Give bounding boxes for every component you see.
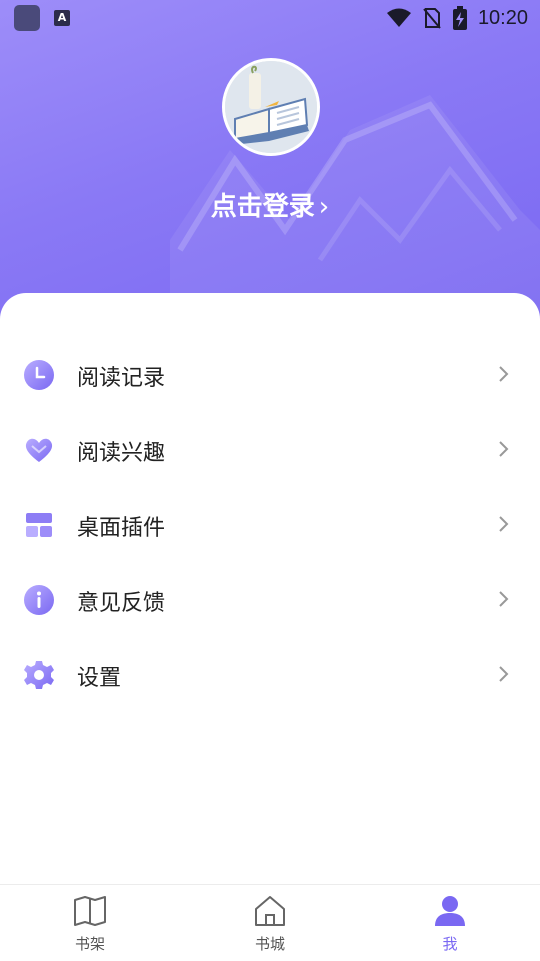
menu-item-settings[interactable]: 设置 xyxy=(0,638,540,713)
menu-item-desktop-widget[interactable]: 桌面插件 xyxy=(0,488,540,563)
battery-charging-icon xyxy=(452,6,467,30)
home-icon xyxy=(255,896,285,926)
widget-icon xyxy=(26,513,52,537)
heart-icon xyxy=(25,438,53,462)
clock-time: 10:20 xyxy=(477,6,528,29)
chevron-right-icon xyxy=(499,666,509,682)
open-book-avatar-icon xyxy=(225,61,317,153)
mountain-decoration xyxy=(170,95,540,320)
menu-item-label: 意见反馈 xyxy=(77,591,166,616)
menu-item-label: 桌面插件 xyxy=(77,516,166,541)
no-sim-icon xyxy=(423,8,441,29)
app-notification-icon xyxy=(14,5,40,31)
tab-me[interactable]: 我 xyxy=(360,885,540,961)
menu-item-feedback[interactable]: 意见反馈 xyxy=(0,563,540,638)
tab-label: 我 xyxy=(442,935,458,953)
menu-item-reading-history[interactable]: 阅读记录 xyxy=(0,338,540,413)
menu-item-label: 设置 xyxy=(77,666,122,691)
avatar[interactable] xyxy=(222,58,320,156)
book-icon xyxy=(74,896,106,926)
keyboard-a-icon: A xyxy=(54,10,70,26)
clock-icon xyxy=(24,360,54,390)
menu-list: 阅读记录 阅读兴趣 桌面插件 意见反馈 设置 xyxy=(0,338,540,713)
chevron-right-icon xyxy=(499,591,509,607)
info-icon xyxy=(24,585,54,615)
chevron-right-icon xyxy=(499,366,509,382)
gear-icon xyxy=(24,661,54,689)
login-chevron-icon: › xyxy=(318,192,330,222)
tab-bookstore[interactable]: 书城 xyxy=(180,885,360,961)
tab-label: 书架 xyxy=(74,935,105,953)
login-link[interactable]: 点击登录 › xyxy=(0,186,540,223)
person-icon xyxy=(435,896,465,926)
menu-item-label: 阅读记录 xyxy=(77,366,166,391)
status-bar: A 10:20 xyxy=(0,0,540,36)
login-text: 点击登录 xyxy=(210,192,315,222)
wifi-icon xyxy=(386,8,411,27)
profile-header: A 10:20 点击登录 › xyxy=(0,0,540,320)
tab-label: 书城 xyxy=(254,935,285,953)
chevron-right-icon xyxy=(499,441,509,457)
chevron-right-icon xyxy=(499,516,509,532)
menu-item-label: 阅读兴趣 xyxy=(77,441,166,466)
menu-item-reading-interest[interactable]: 阅读兴趣 xyxy=(0,413,540,488)
tab-bookshelf[interactable]: 书架 xyxy=(0,885,180,961)
bottom-tab-bar: 书架 书城 我 xyxy=(0,884,540,961)
